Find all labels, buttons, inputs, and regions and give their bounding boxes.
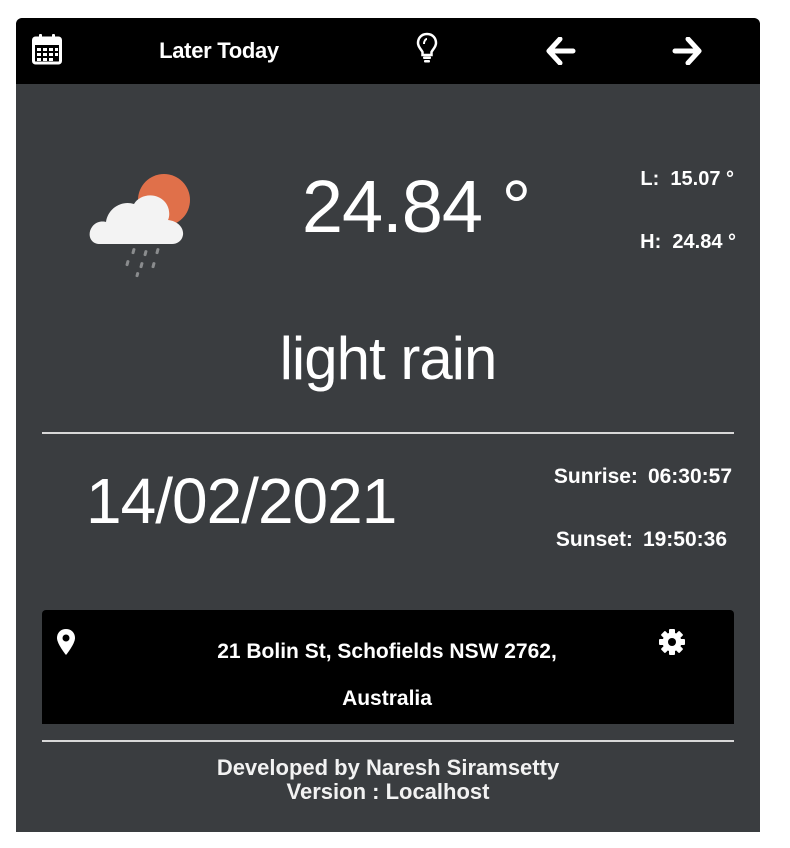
location-panel: 21 Bolin St, Schofields NSW 2762, Austra… (42, 610, 734, 724)
high-value: 24.84 ° (672, 231, 736, 253)
low-label: L: (640, 168, 660, 190)
version-info: Version : Localhost (286, 779, 490, 804)
arrow-right-icon[interactable] (672, 37, 702, 65)
location-address: 21 Bolin St, Schofields NSW 2762, Austra… (162, 628, 612, 722)
forecast-title[interactable]: Later Today (136, 38, 302, 64)
top-bar: Later Today (16, 18, 760, 84)
lightbulb-icon[interactable] (416, 32, 438, 64)
sunrise-value: 06:30:57 (647, 465, 732, 488)
address-line-2: Australia (342, 687, 432, 710)
sunset-label: Sunset: (555, 528, 633, 551)
low-temperature: L: 15.07 ° (640, 168, 734, 191)
footer-divider (42, 740, 734, 742)
weather-widget: Later Today 24.84 ° L: 15.07 ° H: 24.84 … (16, 18, 760, 832)
current-temperature: 24.84 ° (301, 165, 531, 248)
sunrise-info: Sunrise: 06:30:57 (554, 465, 732, 489)
high-label: H: (640, 231, 662, 253)
low-value: 15.07 ° (670, 168, 734, 190)
divider (42, 432, 734, 434)
weather-description: light rain (279, 325, 498, 392)
forecast-date: 14/02/2021 (86, 465, 397, 537)
high-temperature: H: 24.84 ° (640, 231, 736, 254)
address-line-1: 21 Bolin St, Schofields NSW 2762, (217, 640, 557, 663)
gear-icon[interactable] (658, 628, 686, 656)
map-pin-icon[interactable] (56, 628, 76, 656)
calendar-icon[interactable] (32, 33, 62, 65)
developer-credit: Developed by Naresh Siramsetty (216, 755, 560, 780)
sunset-value: 19:50:36 (642, 528, 727, 551)
sunset-info: Sunset: 19:50:36 (556, 528, 727, 552)
cloud-sun-rain-icon (89, 174, 190, 278)
arrow-left-icon[interactable] (546, 37, 576, 65)
footer: Developed by Naresh Siramsetty Version :… (16, 756, 760, 804)
sunrise-label: Sunrise: (553, 465, 638, 488)
